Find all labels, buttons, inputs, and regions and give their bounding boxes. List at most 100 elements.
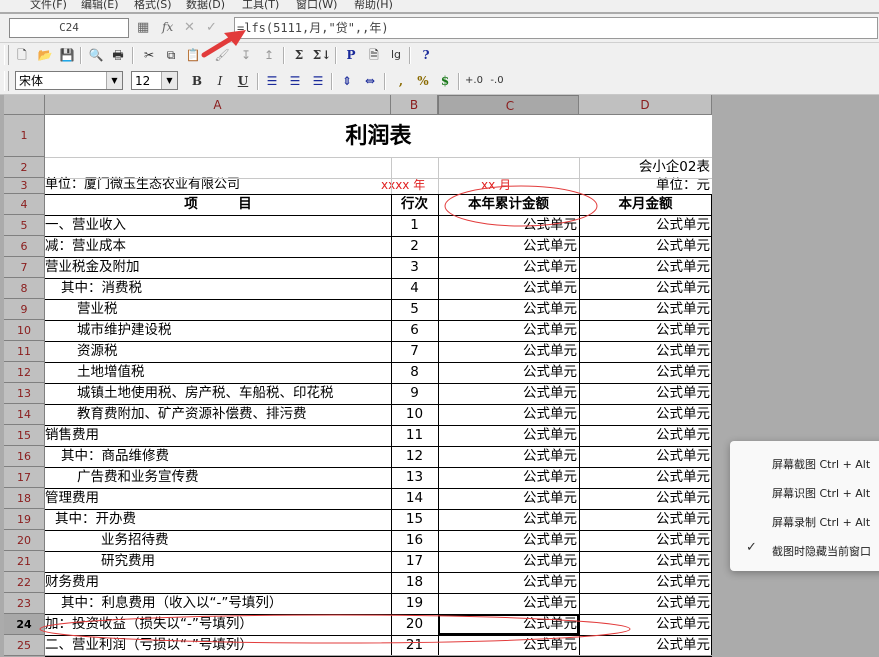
ytd-amount-cell[interactable]: 公式单元 <box>438 404 579 425</box>
header-item[interactable]: 项 目 <box>45 194 391 215</box>
new-file-icon[interactable]: 🗋 <box>12 46 32 64</box>
menu-item-hide-window[interactable]: 截图时隐藏当前窗口 <box>772 543 871 559</box>
ytd-amount-cell[interactable]: 公式单元 <box>438 341 579 362</box>
menu-item-screenshot[interactable]: 屏幕截图 Ctrl + Alt <box>772 456 870 472</box>
ytd-amount-cell[interactable]: 公式单元 <box>438 488 579 509</box>
header-ytd-amount[interactable]: 本年累计金额 <box>438 194 579 215</box>
row-header[interactable]: 22 <box>4 572 45 593</box>
month-amount-cell[interactable]: 公式单元 <box>579 215 712 236</box>
item-label[interactable]: 其中：商品维修费 <box>45 446 391 467</box>
format-painter-icon[interactable]: 🖌 <box>212 46 232 64</box>
ytd-amount-cell[interactable]: 公式单元 <box>438 572 579 593</box>
row-header[interactable]: 8 <box>4 278 45 299</box>
menu-item[interactable]: 文件(F) <box>30 0 67 12</box>
paste-icon[interactable]: 📋 <box>183 46 203 64</box>
sort-descending-icon[interactable]: ↥ <box>259 46 279 64</box>
item-label[interactable]: 城镇土地使用税、房产税、车船税、印花税 <box>45 383 391 404</box>
chevron-down-icon[interactable]: ▼ <box>106 72 122 89</box>
fx-icon[interactable]: fx <box>162 20 173 34</box>
align-left-icon[interactable]: ☰ <box>262 72 282 90</box>
row-header[interactable]: 14 <box>4 404 45 425</box>
log-button[interactable]: lg <box>386 46 406 64</box>
selected-cell-c24[interactable]: 公式单元 <box>438 614 579 635</box>
ytd-amount-cell[interactable]: 公式单元 <box>438 530 579 551</box>
menu-item[interactable]: 格式(S) <box>134 0 172 12</box>
subtotal-icon[interactable]: Σ↓ <box>312 46 332 64</box>
print-icon[interactable]: 🖶 <box>108 46 128 64</box>
month-amount-cell[interactable]: 公式单元 <box>579 530 712 551</box>
ytd-amount-cell[interactable]: 公式单元 <box>438 236 579 257</box>
row-header[interactable]: 17 <box>4 467 45 488</box>
item-label[interactable]: 教育费附加、矿产资源补偿费、排污费 <box>45 404 391 425</box>
month-amount-cell[interactable]: 公式单元 <box>579 341 712 362</box>
row-header[interactable]: 24 <box>4 614 45 635</box>
save-icon[interactable]: 💾 <box>57 46 77 64</box>
item-label[interactable]: 财务费用 <box>45 572 391 593</box>
menu-item-screen-recording[interactable]: 屏幕录制 Ctrl + Alt <box>772 514 870 530</box>
page-icon[interactable]: 🗎 <box>364 46 384 64</box>
month-amount-cell[interactable]: 公式单元 <box>579 446 712 467</box>
currency-unit-label[interactable]: 单位：元 <box>579 178 712 194</box>
row-header[interactable]: 10 <box>4 320 45 341</box>
help-pointer-button[interactable]: ? <box>416 46 436 64</box>
open-folder-icon[interactable]: 📂 <box>35 46 55 64</box>
line-number[interactable]: 13 <box>391 467 438 488</box>
month-amount-cell[interactable]: 公式单元 <box>579 383 712 404</box>
align-center-icon[interactable]: ☰ <box>285 72 305 90</box>
sort-ascending-icon[interactable]: ↧ <box>236 46 256 64</box>
row-header[interactable]: 6 <box>4 236 45 257</box>
copy-icon[interactable]: ⧉ <box>161 46 181 64</box>
month-amount-cell[interactable]: 公式单元 <box>579 467 712 488</box>
line-number[interactable]: 19 <box>391 593 438 614</box>
month-amount-cell[interactable]: 公式单元 <box>579 425 712 446</box>
toolbar-grip[interactable] <box>4 71 9 91</box>
line-number[interactable]: 15 <box>391 509 438 530</box>
row-header[interactable]: 5 <box>4 215 45 236</box>
line-number[interactable]: 5 <box>391 299 438 320</box>
line-number[interactable]: 1 <box>391 215 438 236</box>
menu-item[interactable]: 编辑(E) <box>81 0 119 12</box>
line-number[interactable]: 3 <box>391 257 438 278</box>
month-amount-cell[interactable]: 公式单元 <box>579 488 712 509</box>
item-label[interactable]: 减：营业成本 <box>45 236 391 257</box>
currency-style-button[interactable]: $ <box>435 72 455 90</box>
line-number[interactable]: 20 <box>391 614 438 635</box>
ytd-amount-cell[interactable]: 公式单元 <box>438 551 579 572</box>
form-code[interactable]: 会小企02表 <box>579 157 712 178</box>
cancel-icon[interactable]: ✕ <box>184 20 195 35</box>
item-label[interactable]: 二、营业利润（亏损以“-”号填列） <box>45 635 391 656</box>
year-label[interactable]: xxxx 年 <box>381 178 441 194</box>
vertical-fit-icon[interactable]: ⇕ <box>337 72 357 90</box>
line-number[interactable]: 14 <box>391 488 438 509</box>
row-header[interactable]: 18 <box>4 488 45 509</box>
select-all-corner[interactable] <box>4 95 45 115</box>
item-label[interactable]: 广告费和业务宣传费 <box>45 467 391 488</box>
month-amount-cell[interactable]: 公式单元 <box>579 257 712 278</box>
menu-item[interactable]: 窗口(W) <box>296 0 337 12</box>
row-header[interactable]: 21 <box>4 551 45 572</box>
month-label[interactable]: xx 月 <box>481 178 541 194</box>
ytd-amount-cell[interactable]: 公式单元 <box>438 467 579 488</box>
comma-style-button[interactable]: , <box>391 72 411 90</box>
item-label[interactable]: 研究费用 <box>45 551 391 572</box>
line-number[interactable]: 18 <box>391 572 438 593</box>
ytd-amount-cell[interactable]: 公式单元 <box>438 320 579 341</box>
month-amount-cell[interactable]: 公式单元 <box>579 320 712 341</box>
ytd-amount-cell[interactable]: 公式单元 <box>438 425 579 446</box>
month-amount-cell[interactable]: 公式单元 <box>579 362 712 383</box>
item-label[interactable]: 营业税金及附加 <box>45 257 391 278</box>
item-label[interactable]: 城市维护建设税 <box>45 320 391 341</box>
cell-reference-box[interactable]: C24 <box>9 18 129 38</box>
horizontal-fit-icon[interactable]: ⇔ <box>360 72 380 90</box>
month-amount-cell[interactable]: 公式单元 <box>579 299 712 320</box>
keyboard-icon[interactable]: ▦ <box>137 20 149 35</box>
line-number[interactable]: 6 <box>391 320 438 341</box>
line-number[interactable]: 4 <box>391 278 438 299</box>
row-header[interactable]: 16 <box>4 446 45 467</box>
line-number[interactable]: 2 <box>391 236 438 257</box>
item-label[interactable]: 业务招待费 <box>45 530 391 551</box>
sheet-grid[interactable]: 利润表 会小企02表 单位：厦门微玉生态农业有限公司 xxxx 年 xx 月 单位：元项 … <box>45 115 712 657</box>
column-header-c[interactable]: C <box>438 95 579 115</box>
header-line-no[interactable]: 行次 <box>391 194 438 215</box>
percent-style-button[interactable]: % <box>413 72 433 90</box>
